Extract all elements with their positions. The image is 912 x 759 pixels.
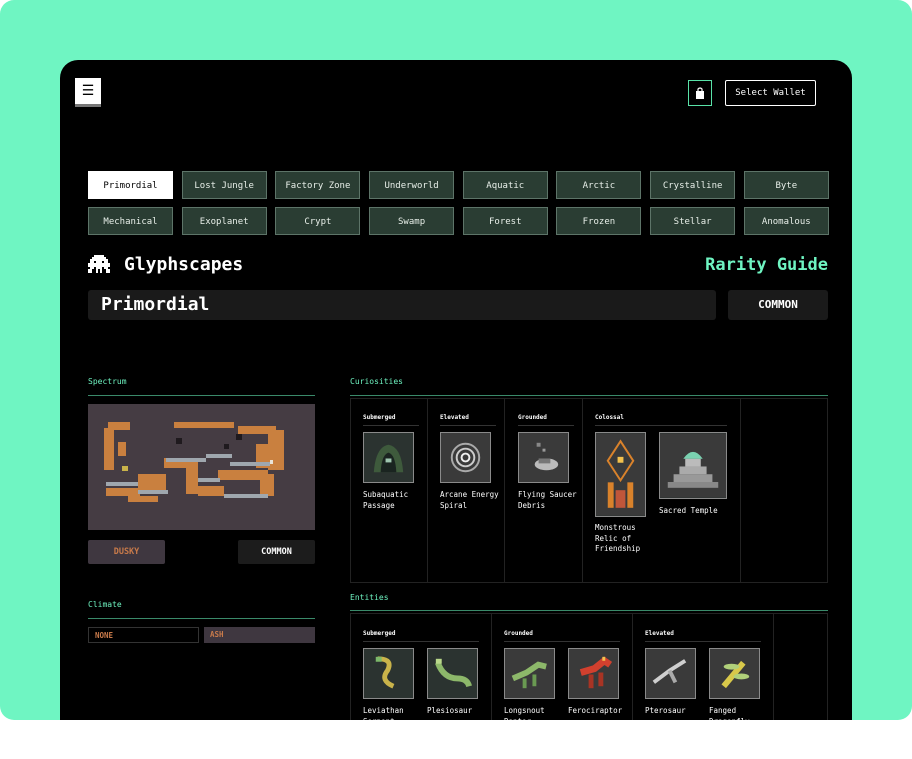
item-caption: Plesiosaur xyxy=(427,706,473,715)
tab-arctic[interactable]: Arctic xyxy=(556,171,642,199)
space-invader-icon xyxy=(88,254,110,273)
entity-card-leviathan-serpent[interactable] xyxy=(363,648,414,699)
entities-rule xyxy=(350,610,828,611)
brand[interactable]: Glyphscapes xyxy=(88,254,243,275)
tab-stellar[interactable]: Stellar xyxy=(650,207,736,235)
tab-frozen[interactable]: Frozen xyxy=(556,207,642,235)
divider xyxy=(504,398,505,583)
item-caption: Pterosaur xyxy=(645,706,686,715)
selected-biome-name: Primordial xyxy=(88,290,716,320)
climate-chip-ash: ASH xyxy=(204,627,315,643)
curiosities-rule xyxy=(350,395,828,396)
tab-lost-jungle[interactable]: Lost Jungle xyxy=(181,171,267,199)
item-card-subaquatic-passage[interactable] xyxy=(363,432,414,483)
group-label-grounded: Grounded xyxy=(518,414,547,421)
item-card-monstrous-relic[interactable] xyxy=(595,432,646,517)
group-label-elevated: Elevated xyxy=(645,630,674,637)
group-label-grounded: Grounded xyxy=(504,630,533,637)
climate-rule xyxy=(88,618,315,619)
spectrum-label: Spectrum xyxy=(88,377,127,386)
group-label-submerged: Submerged xyxy=(363,630,396,637)
select-wallet-button[interactable]: Select Wallet xyxy=(725,80,816,106)
shopping-bag-icon xyxy=(696,87,704,99)
hamburger-icon: ☰ xyxy=(81,83,95,99)
tab-forest[interactable]: Forest xyxy=(462,207,548,235)
group-label-colossal: Colossal xyxy=(595,414,624,421)
climate-label: Climate xyxy=(88,600,122,609)
tab-exoplanet[interactable]: Exoplanet xyxy=(181,207,267,235)
group-label-submerged: Submerged xyxy=(363,414,396,421)
group-rule xyxy=(518,425,574,426)
tab-factory-zone[interactable]: Factory Zone xyxy=(275,171,361,199)
item-caption: Ferociraptor xyxy=(568,706,623,715)
app-window: ☰ Select Wallet Primordial Lost Jungle F… xyxy=(60,60,852,720)
entities-label: Entities xyxy=(350,593,389,602)
divider xyxy=(740,398,741,583)
group-rule xyxy=(363,425,419,426)
entity-card-plesiosaur[interactable] xyxy=(427,648,478,699)
item-caption: Subaquatic Passage xyxy=(363,490,409,510)
entity-card-ferociraptor[interactable] xyxy=(568,648,619,699)
group-rule xyxy=(504,641,620,642)
divider xyxy=(427,398,428,583)
climate-chip-none: NONE xyxy=(88,627,199,643)
group-rule xyxy=(595,425,727,426)
menu-button[interactable]: ☰ xyxy=(75,78,101,104)
group-rule xyxy=(645,641,761,642)
item-caption: Arcane Energy Spiral xyxy=(440,490,499,510)
tab-mechanical[interactable]: Mechanical xyxy=(88,207,173,235)
rarity-guide-link[interactable]: Rarity Guide xyxy=(705,255,828,275)
rarity-badge: COMMON xyxy=(728,290,828,320)
biome-tabs: Primordial Lost Jungle Factory Zone Unde… xyxy=(88,171,829,235)
spectrum-rule xyxy=(88,395,315,396)
tab-byte[interactable]: Byte xyxy=(743,171,829,199)
cart-button[interactable] xyxy=(688,80,712,106)
tab-crystalline[interactable]: Crystalline xyxy=(650,171,736,199)
group-rule xyxy=(363,641,479,642)
spectrum-rarity-chip: COMMON xyxy=(238,540,315,564)
tab-crypt[interactable]: Crypt xyxy=(275,207,361,235)
item-card-sacred-temple[interactable] xyxy=(659,432,727,499)
item-caption: Leviathan Serpent xyxy=(363,706,404,720)
tab-primordial[interactable]: Primordial xyxy=(88,171,173,199)
divider xyxy=(491,613,492,720)
item-card-flying-saucer-debris[interactable] xyxy=(518,432,569,483)
group-rule xyxy=(440,425,496,426)
item-caption: Longsnout Raptor xyxy=(504,706,545,720)
tab-aquatic[interactable]: Aquatic xyxy=(462,171,548,199)
divider xyxy=(582,398,583,583)
entity-card-longsnout-raptor[interactable] xyxy=(504,648,555,699)
item-caption: Monstrous Relic of Friendship xyxy=(595,523,641,553)
curiosities-label: Curiosities xyxy=(350,377,403,386)
spectrum-preview-image xyxy=(88,404,315,530)
divider xyxy=(632,613,633,720)
divider xyxy=(773,613,774,720)
item-caption: Sacred Temple xyxy=(659,506,718,515)
tab-anomalous[interactable]: Anomalous xyxy=(743,207,829,235)
tab-underworld[interactable]: Underworld xyxy=(369,171,455,199)
item-caption: Fanged Dragonfly xyxy=(709,706,750,720)
entity-card-fanged-dragonfly[interactable] xyxy=(709,648,760,699)
item-card-arcane-energy-spiral[interactable] xyxy=(440,432,491,483)
tab-swamp[interactable]: Swamp xyxy=(369,207,455,235)
brand-name: Glyphscapes xyxy=(124,254,244,275)
spectrum-value-chip: DUSKY xyxy=(88,540,165,564)
group-label-elevated: Elevated xyxy=(440,414,469,421)
entity-card-pterosaur[interactable] xyxy=(645,648,696,699)
item-caption: Flying Saucer Debris xyxy=(518,490,577,510)
